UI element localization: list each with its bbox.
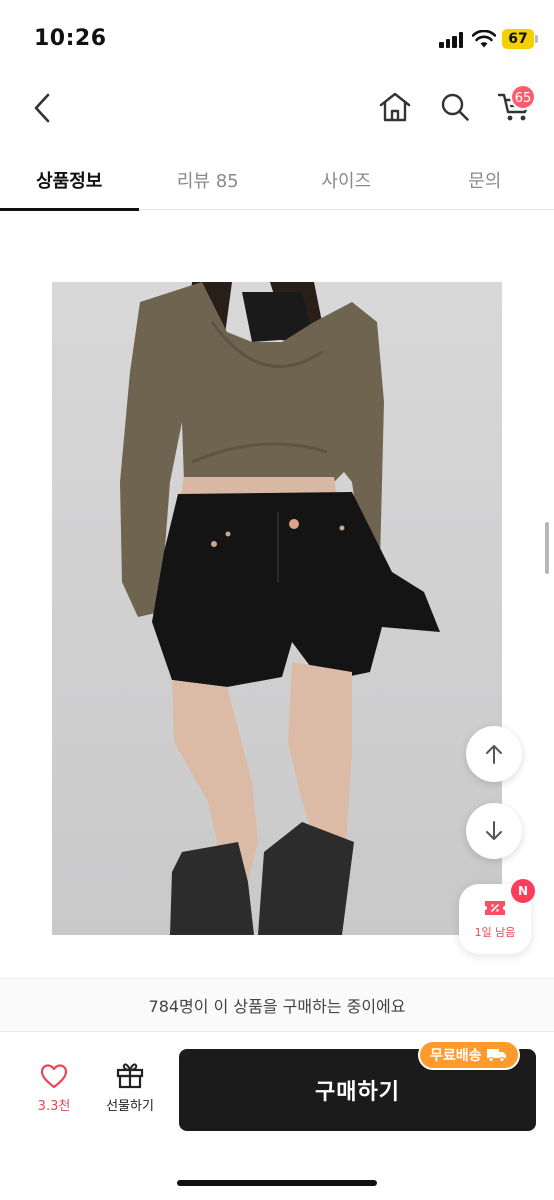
home-icon — [379, 92, 411, 122]
coupon-ticket-icon — [485, 901, 505, 915]
gift-icon — [116, 1063, 144, 1089]
gift-label: 선물하기 — [106, 1099, 154, 1114]
home-button[interactable] — [374, 86, 416, 128]
like-button[interactable]: 3.3천 — [28, 1063, 80, 1123]
cart-count-badge: 65 — [510, 84, 536, 110]
like-count: 3.3천 — [37, 1099, 71, 1114]
scroll-down-button[interactable] — [466, 803, 522, 859]
status-time: 10:26 — [34, 26, 107, 51]
tab-product-info[interactable]: 상품정보 — [0, 150, 139, 211]
tab-size[interactable]: 사이즈 — [277, 150, 416, 210]
search-button[interactable] — [434, 86, 476, 128]
product-photo-illustration — [120, 282, 440, 935]
product-image — [52, 282, 502, 935]
arrow-down-icon — [486, 821, 502, 840]
truck-icon — [486, 1049, 506, 1062]
back-arrow-icon — [34, 93, 50, 123]
home-indicator — [177, 1180, 377, 1186]
battery-icon: 67 — [502, 29, 534, 49]
back-button[interactable] — [22, 88, 62, 128]
scroll-up-button[interactable] — [466, 726, 522, 782]
scroll-indicator[interactable] — [545, 522, 549, 574]
purchase-notice: 784명이 이 상품을 구매하는 중이에요 — [0, 978, 554, 1032]
free-shipping-badge: 무료배송 — [418, 1040, 520, 1070]
new-badge: N — [511, 879, 535, 903]
tab-inquiry[interactable]: 문의 — [416, 150, 554, 210]
signal-icon — [439, 32, 465, 48]
arrow-up-icon — [486, 745, 502, 764]
coupon-days-left: 1일 남음 — [474, 926, 516, 939]
status-bar: 10:26 67 — [0, 0, 554, 80]
app-header — [0, 80, 554, 140]
wifi-icon — [472, 30, 496, 48]
tab-reviews[interactable]: 리뷰 85 — [139, 150, 278, 210]
search-icon — [441, 93, 469, 121]
battery-cap — [535, 35, 538, 43]
free-shipping-label: 무료배송 — [430, 1048, 482, 1064]
heart-icon — [40, 1064, 68, 1089]
product-tabs: 상품정보 리뷰 85 사이즈 문의 — [0, 150, 554, 211]
gift-button[interactable]: 선물하기 — [96, 1061, 164, 1123]
